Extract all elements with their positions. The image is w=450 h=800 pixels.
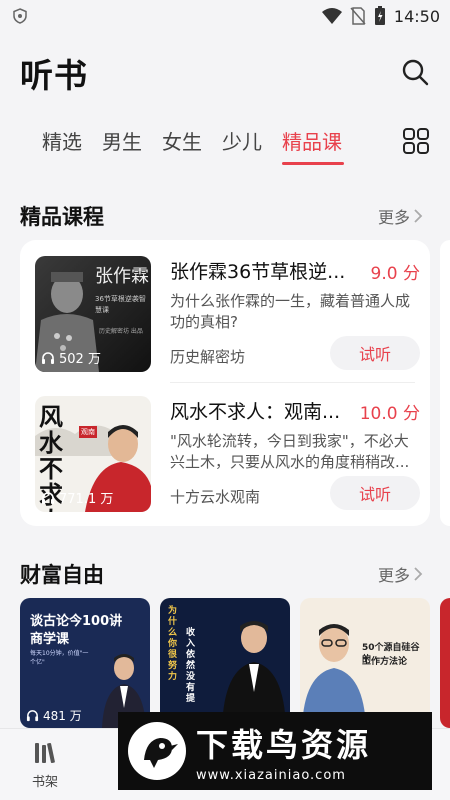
chevron-right-icon — [414, 567, 423, 581]
tab-featured[interactable]: 精选 — [42, 126, 82, 155]
course-description: 为什么张作霖的一生，藏着普通人成功的真相? — [170, 292, 411, 331]
divider — [170, 382, 415, 383]
course-score: 9.0 分 — [370, 264, 420, 284]
headphones-icon — [26, 710, 39, 722]
section-title-wealth: 财富自由 — [20, 563, 104, 587]
wealth-list: 谈古论今100讲 商学课 每天10分钟，价值"一个亿" 481 万 为什么你很努… — [20, 598, 450, 728]
active-tab-indicator — [282, 162, 344, 165]
course-title: 风水不求人：观南... — [170, 401, 341, 423]
listen-count-value: 481 万 — [43, 709, 82, 723]
try-listen-button[interactable]: 试听 — [330, 476, 420, 510]
more-wealth-button[interactable]: 更多 — [378, 562, 423, 586]
wealth-cover-title: 谈古论今100讲 — [30, 614, 123, 629]
nav-bookshelf[interactable]: 书架 — [20, 741, 70, 790]
course-item[interactable]: 风水不求人 观南 771.1 万 风水不求人：观南... 10.0 分 "风水轮… — [35, 396, 420, 516]
course-author: 历史解密坊 — [170, 348, 246, 366]
listen-count-value: 771.1 万 — [59, 492, 114, 507]
bird-logo-icon — [128, 722, 186, 780]
tab-premium-course[interactable]: 精品课 — [282, 126, 342, 155]
nav-bookshelf-label: 书架 — [31, 775, 58, 790]
course-description: "风水轮流转，今日到我家"，不必大兴土木，只要从风水的角度稍稍改... — [170, 432, 410, 471]
tab-kids[interactable]: 少儿 — [222, 126, 262, 155]
course-score: 10.0 分 — [359, 404, 420, 424]
wealth-item[interactable]: 谈古论今100讲 商学课 每天10分钟，价值"一个亿" 481 万 — [20, 598, 150, 728]
search-icon[interactable] — [400, 57, 430, 87]
watermark-brand: 下载鸟资源 — [196, 725, 372, 764]
listen-count: 771.1 万 — [41, 488, 113, 507]
headphones-icon — [42, 491, 54, 504]
course-author: 十方云水观南 — [170, 488, 261, 506]
course-cover: 风水不求人 观南 771.1 万 — [35, 396, 151, 512]
headphones-icon — [42, 351, 54, 364]
presenter-image — [222, 621, 286, 728]
watermark-url: www.xiazainiao.com — [196, 767, 346, 783]
course-title: 张作霖36节草根逆... — [170, 261, 346, 283]
next-card-peek — [440, 240, 450, 526]
premium-course-card: 张作霖 36节草根逆袭智慧课 历史解密坊 出品 502 万 张作霖36节草根逆.… — [20, 240, 430, 526]
bookshelf-icon — [35, 742, 55, 764]
section-title-premium: 精品课程 — [20, 205, 104, 229]
clock: 14:50 — [393, 6, 440, 26]
no-sim-icon — [350, 7, 366, 25]
cover-publisher: 历史解密坊 出品 — [99, 328, 143, 335]
listen-count-value: 502 万 — [59, 352, 101, 367]
presenter-image — [302, 624, 366, 728]
page-header: 听书 — [0, 45, 450, 100]
listen-count: 481 万 — [26, 707, 82, 724]
wealth-item[interactable]: 50个源自硅谷的 工作方法论 — [300, 598, 430, 728]
try-listen-button[interactable]: 试听 — [330, 336, 420, 370]
wealth-cover-title: 为什么你很努力 — [168, 606, 178, 682]
watermark-banner: 下载鸟资源 www.xiazainiao.com — [118, 712, 432, 790]
page-title: 听书 — [20, 56, 88, 95]
tab-female[interactable]: 女生 — [162, 126, 202, 155]
wealth-cover-subtitle: 每天10分钟，价值"一个亿" — [30, 650, 89, 666]
wealth-item-peek[interactable] — [440, 598, 450, 728]
more-premium-button[interactable]: 更多 — [378, 204, 423, 228]
more-label: 更多 — [378, 208, 411, 227]
more-label: 更多 — [378, 566, 411, 585]
wifi-icon — [321, 8, 342, 24]
chevron-right-icon — [414, 209, 423, 223]
shield-icon — [13, 8, 27, 24]
status-bar: 14:50 — [0, 0, 450, 32]
category-tabs: 精选 男生 女生 少儿 精品课 — [0, 118, 450, 168]
course-item[interactable]: 张作霖 36节草根逆袭智慧课 历史解密坊 出品 502 万 张作霖36节草根逆.… — [35, 256, 420, 376]
battery-icon — [374, 6, 385, 25]
wealth-item[interactable]: 为什么你很努力 收入依然没有提 — [160, 598, 290, 728]
category-grid-icon[interactable] — [402, 127, 430, 155]
cover-tag: 观南 — [79, 426, 97, 438]
cover-title: 张作霖 — [95, 266, 149, 287]
wealth-cover-title2: 收入依然没有提 — [186, 628, 196, 704]
cover-subtitle: 36节草根逆袭智慧课 — [95, 295, 146, 314]
wealth-cover-title2: 工作方法论 — [362, 657, 408, 667]
course-cover: 张作霖 36节草根逆袭智慧课 历史解密坊 出品 502 万 — [35, 256, 151, 372]
tab-male[interactable]: 男生 — [102, 126, 142, 155]
wealth-cover-title2: 商学课 — [30, 632, 70, 647]
listen-count: 502 万 — [41, 348, 101, 367]
